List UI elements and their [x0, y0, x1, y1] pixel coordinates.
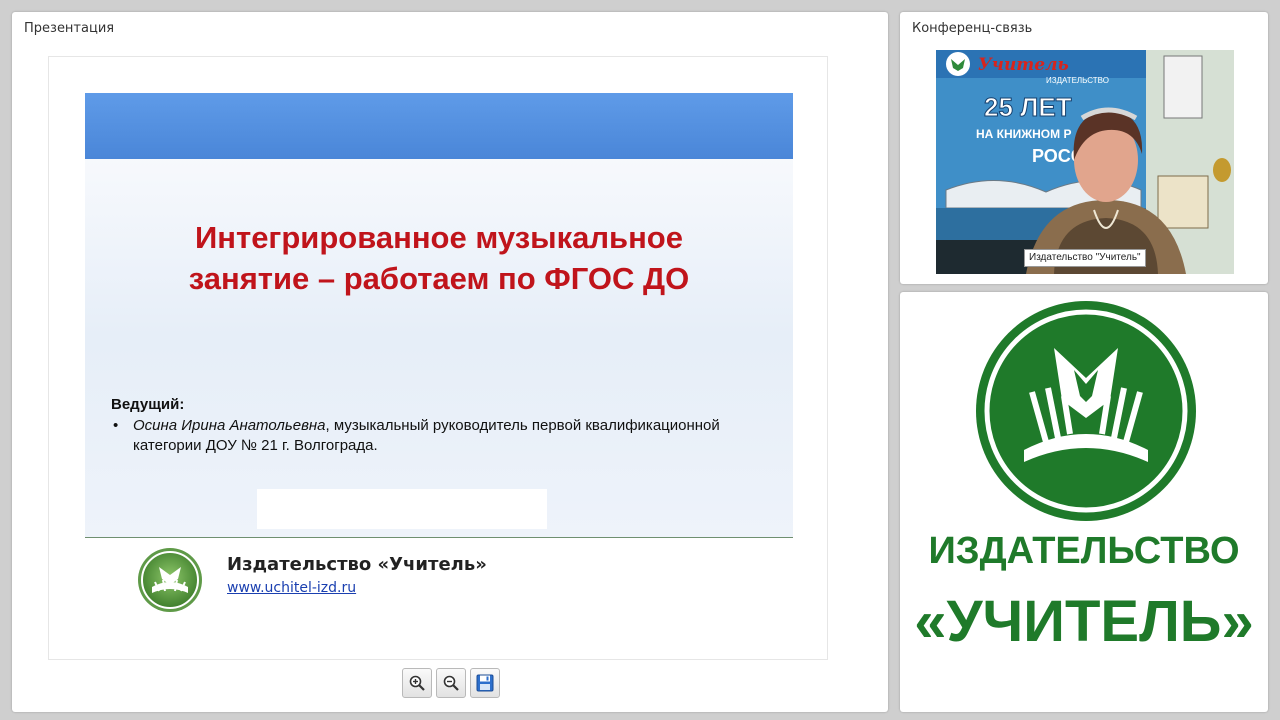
host-line-2: категории ДОУ № 21 г. Волгограда. [111, 436, 771, 455]
banner-brand: Учитель [978, 55, 1069, 75]
slide-body: Интегрированное музыкальное занятие – ра… [85, 93, 793, 537]
webcam-frame: Учитель ИЗДАТЕЛЬСТВО 25 ЛЕТ НА КНИЖНОМ Р… [936, 50, 1234, 274]
publisher-logo-icon [138, 548, 202, 612]
slide-title: Интегрированное музыкальное занятие – ра… [85, 217, 793, 299]
host-desc-line2: категории ДОУ № 21 г. Волгограда. [133, 437, 378, 454]
footer-publisher-name: Издательство «Учитель» [227, 554, 487, 575]
logo-publisher-label: ИЗДАТЕЛЬСТВО [928, 530, 1240, 572]
logo-panel: ИЗДАТЕЛЬСТВО «УЧИТЕЛЬ» [900, 292, 1268, 712]
publisher-logo-large-icon [976, 301, 1196, 521]
presentation-panel-title: Презентация [24, 21, 115, 36]
conference-panel-title: Конференц-связь [912, 21, 1033, 36]
logo-brand-name: «УЧИТЕЛЬ» [914, 589, 1254, 654]
slide-header-band [85, 93, 793, 159]
banner-line: НА КНИЖНОМ Р [976, 127, 1071, 141]
presentation-slide: Интегрированное музыкальное занятие – ра… [48, 56, 828, 660]
host-desc-line1: , музыкальный руководитель первой квалиф… [325, 417, 720, 434]
host-bullet: • [113, 417, 119, 434]
participant-label: Издательство "Учитель" [1024, 249, 1146, 267]
floppy-disk-icon [476, 674, 494, 692]
banner-sub: ИЗДАТЕЛЬСТВО [1046, 76, 1109, 85]
zoom-in-icon [409, 675, 425, 691]
host-name: Осина Ирина Анатольевна [133, 417, 326, 434]
zoom-in-button[interactable] [402, 668, 432, 698]
host-line: • Осина Ирина Анатольевна, музыкальный р… [111, 416, 771, 435]
slide-title-line1: Интегрированное музыкальное [195, 220, 683, 255]
save-button[interactable] [470, 668, 500, 698]
webcam-video[interactable]: Учитель ИЗДАТЕЛЬСТВО 25 ЛЕТ НА КНИЖНОМ Р… [936, 50, 1234, 274]
footer-url-link[interactable]: www.uchitel-izd.ru [227, 580, 356, 596]
zoom-out-button[interactable] [436, 668, 466, 698]
slide-blank-box [257, 489, 547, 529]
conference-panel: Конференц-связь Учитель ИЗДАТЕЛЬСТВО 25 … [900, 12, 1268, 284]
slide-host-block: Ведущий: • Осина Ирина Анатольевна, музы… [111, 395, 771, 455]
slide-title-line2: занятие – работаем по ФГОС ДО [188, 261, 690, 296]
banner-years: 25 ЛЕТ [984, 92, 1072, 122]
presentation-panel: Презентация Интегрированное музыкальное … [12, 12, 888, 712]
slide-divider [85, 537, 793, 538]
host-label: Ведущий: [111, 396, 185, 413]
zoom-out-icon [443, 675, 459, 691]
